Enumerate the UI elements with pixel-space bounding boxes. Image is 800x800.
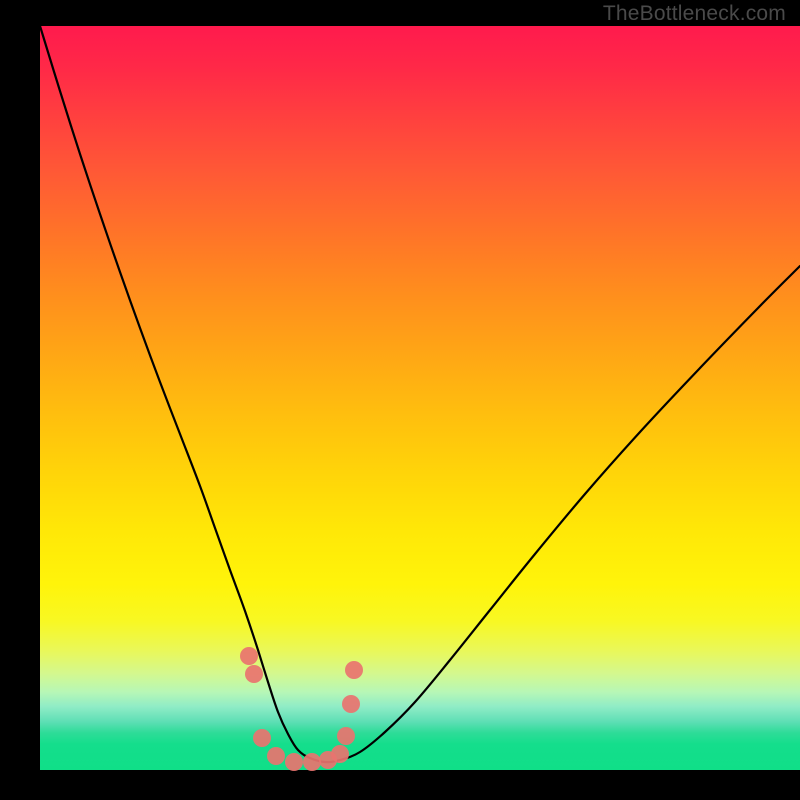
data-point <box>285 753 303 771</box>
chart-plot-area <box>40 26 800 770</box>
data-point <box>342 695 360 713</box>
data-point <box>331 745 349 763</box>
data-point <box>267 747 285 765</box>
data-point <box>303 753 321 771</box>
bottleneck-curve <box>40 26 800 762</box>
data-point <box>253 729 271 747</box>
data-point <box>240 647 258 665</box>
watermark-text: TheBottleneck.com <box>603 2 786 26</box>
data-point <box>245 665 263 683</box>
data-point <box>337 727 355 745</box>
chart-svg <box>40 26 800 770</box>
data-point <box>345 661 363 679</box>
